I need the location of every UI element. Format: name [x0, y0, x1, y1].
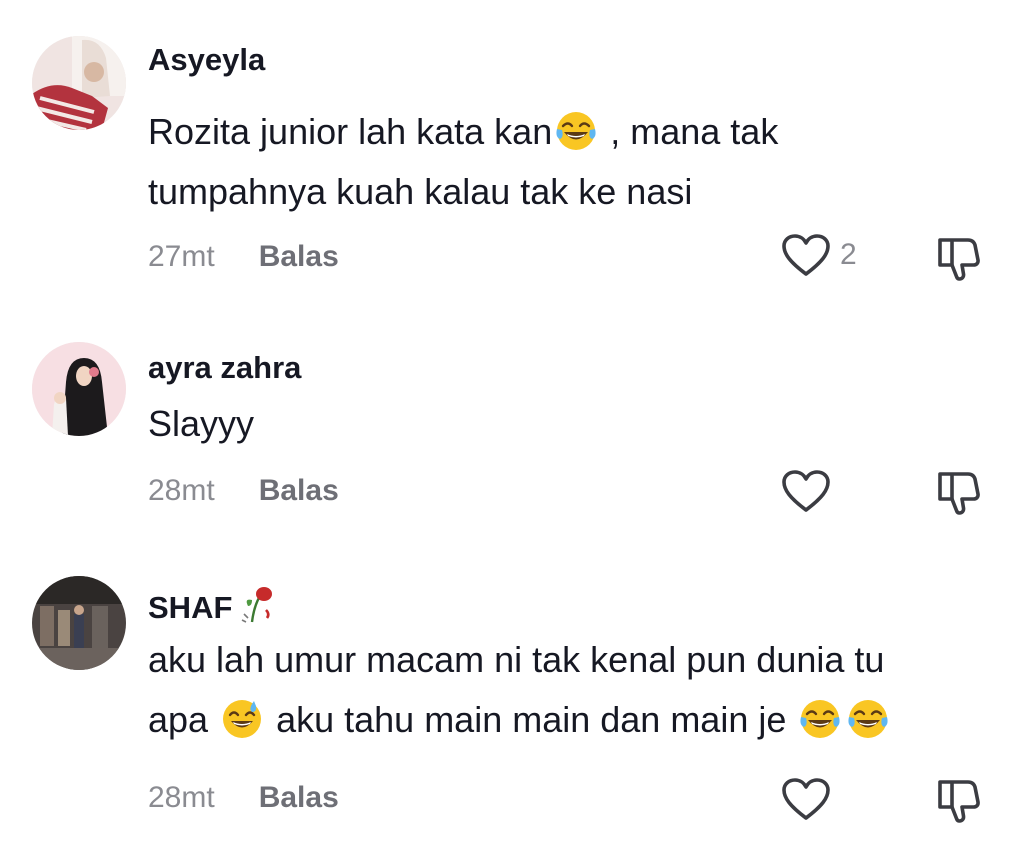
comment-text-part: Rozita junior lah kata kan — [148, 111, 553, 152]
comment-text: Rozita junior lah kata kan , mana tak tu… — [148, 102, 988, 222]
comment-text-part: tumpahnya kuah kalau tak ke nasi — [148, 171, 693, 212]
timestamp: 28mt — [148, 474, 215, 507]
username-text: SHAF — [148, 590, 233, 625]
timestamp: 28mt — [148, 781, 215, 814]
comment-text: Slayyy — [148, 394, 988, 454]
thumbs-down-icon — [932, 774, 984, 826]
like-button[interactable] — [780, 776, 832, 822]
like-count: 2 — [840, 238, 857, 271]
thumbs-down-icon — [932, 466, 984, 518]
comment-meta: 28mt Balas — [148, 781, 339, 815]
sweat-smile-emoji-icon — [220, 697, 264, 741]
comment-text-part: , mana tak — [600, 111, 779, 152]
comment-text: aku lah umur macam ni tak kenal pun duni… — [148, 630, 988, 750]
comment-text-part: aku tahu main main dan main je — [266, 699, 797, 740]
comment-text-part: aku lah umur macam ni tak kenal pun duni… — [148, 639, 885, 680]
avatar[interactable] — [32, 342, 126, 436]
tears-of-joy-emoji-icon — [554, 109, 598, 153]
avatar[interactable] — [32, 576, 126, 670]
comment-item: SHAF aku lah umur macam ni tak kenal pun… — [0, 540, 1024, 863]
comment-meta: 28mt Balas — [148, 474, 339, 508]
dislike-button[interactable] — [932, 232, 984, 284]
username[interactable]: SHAF — [148, 584, 274, 626]
timestamp: 27mt — [148, 240, 215, 273]
reply-button[interactable]: Balas — [259, 781, 339, 814]
tears-of-joy-emoji-icon — [846, 697, 890, 741]
username[interactable]: Asyeyla — [148, 42, 265, 78]
comment-item: Asyeyla Rozita junior lah kata kan , man… — [0, 0, 1024, 300]
dislike-button[interactable] — [932, 774, 984, 826]
thumbs-down-icon — [932, 232, 984, 284]
tears-of-joy-emoji-icon — [798, 697, 842, 741]
dislike-button[interactable] — [932, 466, 984, 518]
like-button[interactable]: 2 — [780, 232, 857, 278]
reply-button[interactable]: Balas — [259, 240, 339, 273]
heart-outline-icon — [780, 232, 832, 278]
heart-outline-icon — [780, 468, 832, 514]
reply-button[interactable]: Balas — [259, 474, 339, 507]
wilted-rose-icon — [242, 587, 273, 623]
comment-meta: 27mt Balas — [148, 240, 339, 274]
comment-item: ayra zahra Slayyy 28mt Balas — [0, 300, 1024, 540]
avatar[interactable] — [32, 36, 126, 130]
heart-outline-icon — [780, 776, 832, 822]
username[interactable]: ayra zahra — [148, 350, 301, 386]
comment-text-part: apa — [148, 699, 219, 740]
comment-text-part: Slayyy — [148, 403, 255, 444]
like-button[interactable] — [780, 468, 832, 514]
